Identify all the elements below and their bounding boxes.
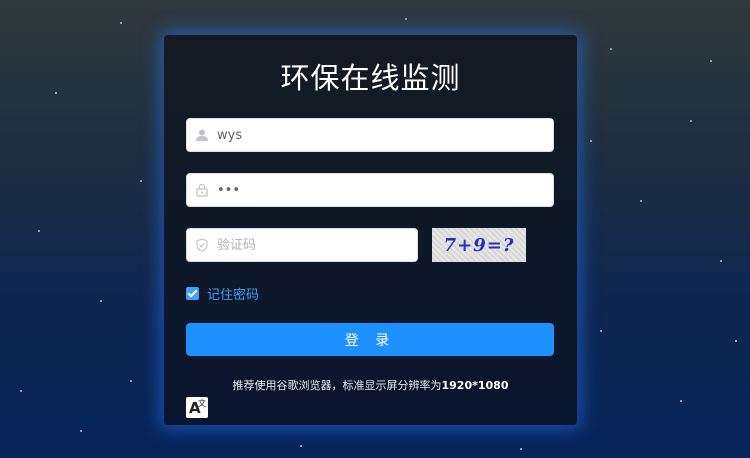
login-button[interactable]: 登 录 [186,323,554,356]
username-input[interactable] [217,119,547,151]
browser-tip-text: 推荐使用谷歌浏览器，标准显示屏分辨率为 [232,379,442,392]
captcha-image[interactable]: 7+9=? [432,228,526,262]
remember-password-checkbox[interactable]: 记住密码 [186,284,259,303]
browser-tip: 推荐使用谷歌浏览器，标准显示屏分辨率为1920*1080 [164,377,577,393]
login-card: 环保在线监测 7+9=? 记住密码 登 录 推荐使用谷歌浏览器，标准显示屏分辨率… [164,35,577,425]
lock-icon [196,183,208,197]
checkbox-checked-icon[interactable] [186,287,199,300]
resolution-text: 1920*1080 [441,379,509,392]
password-field[interactable] [186,173,554,207]
captcha-input[interactable] [217,229,411,261]
translate-icon[interactable]: A 文 [186,397,208,418]
page-title: 环保在线监测 [280,61,461,95]
username-field[interactable] [186,118,554,152]
user-icon [196,129,208,141]
password-input[interactable] [217,174,547,206]
translate-glyph-zh: 文 [198,399,206,408]
shield-check-icon [196,238,208,252]
remember-password-label: 记住密码 [207,288,260,303]
captcha-field[interactable] [186,228,418,262]
